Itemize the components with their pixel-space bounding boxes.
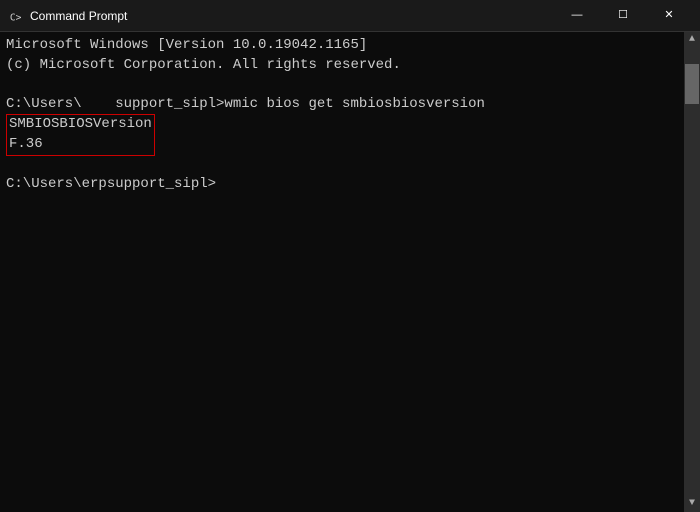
window-controls: — ☐ ✕ [554, 0, 692, 32]
terminal-blank-line [6, 75, 694, 95]
terminal-prompt-line: C:\Users\erpsupport_sipl> [6, 175, 694, 195]
terminal-blank-line [6, 156, 694, 176]
scroll-up-arrow[interactable]: ▲ [685, 32, 699, 48]
scrollbar-thumb[interactable] [685, 64, 699, 104]
maximize-button[interactable]: ☐ [600, 0, 646, 32]
title-bar: C> Command Prompt — ☐ ✕ [0, 0, 700, 32]
window-title: Command Prompt [30, 9, 554, 23]
smbios-version-value: F.36 [9, 135, 152, 155]
svg-text:C>: C> [10, 12, 22, 23]
terminal-line: Microsoft Windows [Version 10.0.19042.11… [6, 36, 694, 56]
scroll-down-arrow[interactable]: ▼ [685, 496, 699, 512]
cmd-icon: C> [8, 8, 24, 24]
scrollbar[interactable]: ▲ ▼ [684, 32, 700, 512]
terminal-output[interactable]: Microsoft Windows [Version 10.0.19042.11… [0, 32, 700, 512]
smbios-version-label: SMBIOSBIOSVersion [9, 115, 152, 135]
minimize-button[interactable]: — [554, 0, 600, 32]
close-button[interactable]: ✕ [646, 0, 692, 32]
highlighted-result-block: SMBIOSBIOSVersion F.36 [6, 114, 155, 155]
terminal-line: (c) Microsoft Corporation. All rights re… [6, 56, 694, 76]
terminal-command-line: C:\Users\ support_sipl>wmic bios get smb… [6, 95, 694, 115]
